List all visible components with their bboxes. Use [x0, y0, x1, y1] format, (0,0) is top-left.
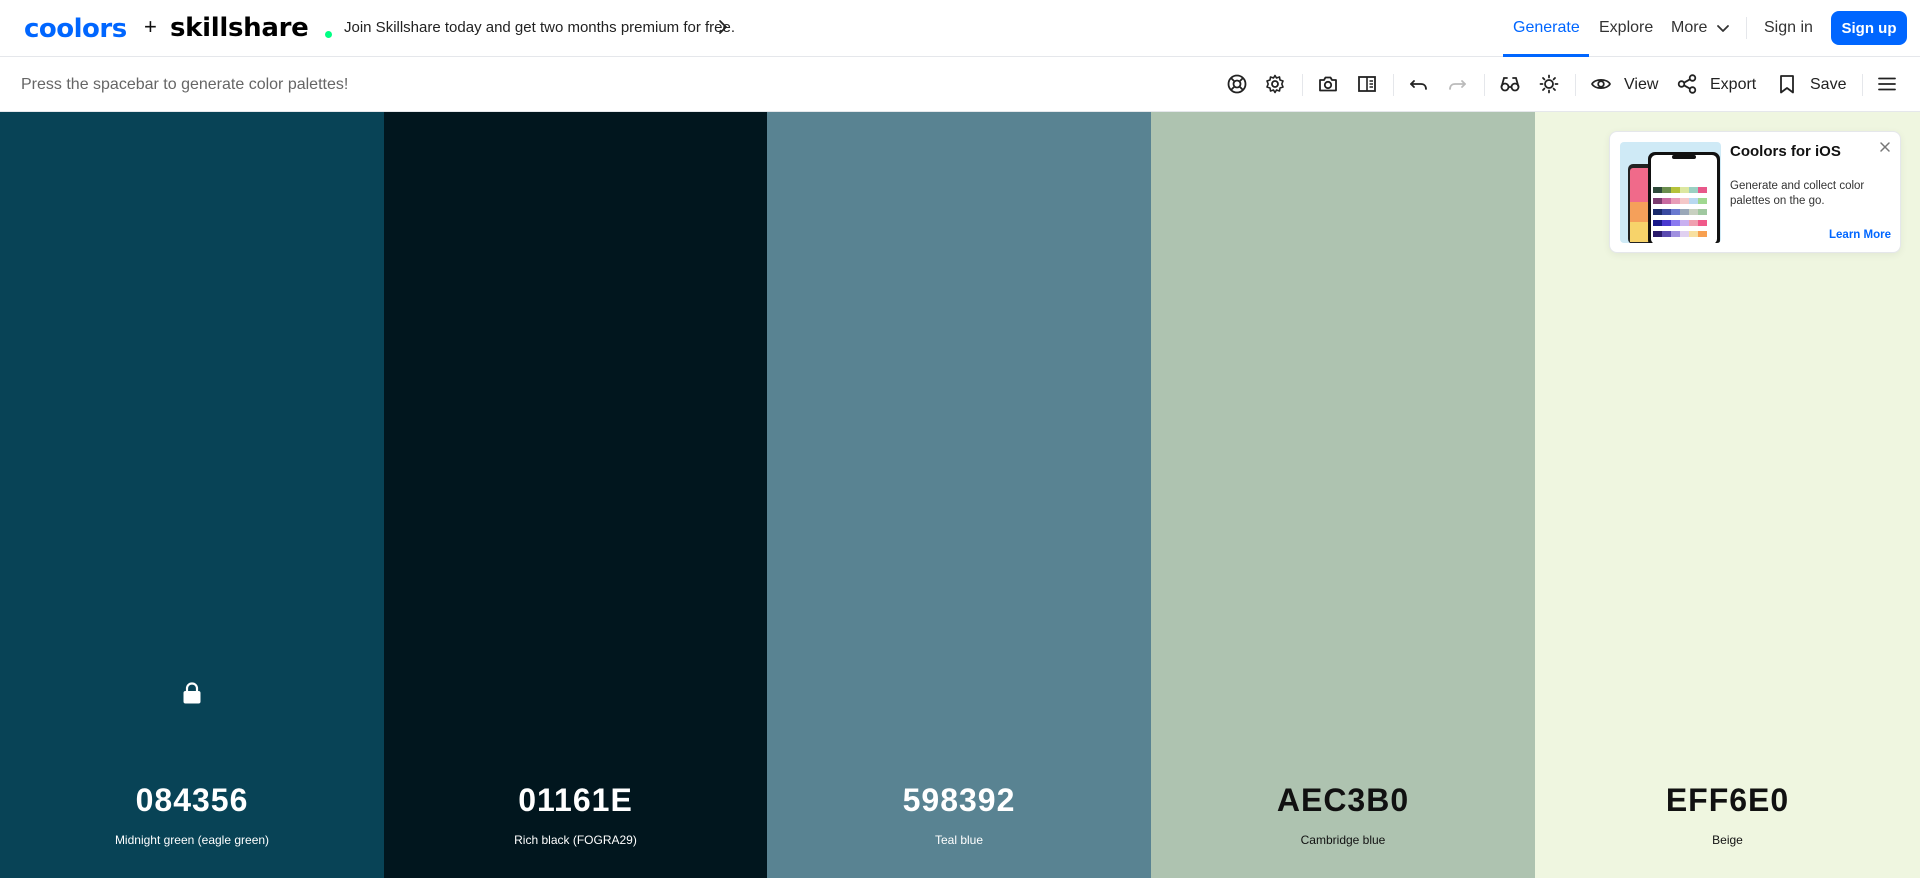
nav-more[interactable]: More — [1671, 19, 1707, 37]
color-hex[interactable]: 084356 — [0, 782, 384, 819]
toolbar-divider — [1302, 74, 1303, 96]
chevron-down-icon[interactable] — [1715, 20, 1731, 36]
logo-plus: + — [144, 14, 157, 39]
menu-icon[interactable] — [1876, 73, 1898, 95]
toolbar-divider — [1862, 74, 1863, 96]
bookmark-icon[interactable] — [1776, 73, 1798, 95]
nav-explore[interactable]: Explore — [1599, 19, 1653, 37]
color-name[interactable]: Teal blue — [767, 833, 1151, 847]
lock-icon[interactable] — [181, 681, 203, 705]
toolbar-hint: Press the spacebar to generate color pal… — [21, 76, 349, 93]
export-button[interactable]: Export — [1710, 76, 1756, 94]
sign-in-link[interactable]: Sign in — [1764, 19, 1813, 37]
color-column[interactable]: 01161E Rich black (FOGRA29) — [384, 112, 767, 878]
toolbar-divider — [1575, 74, 1576, 96]
color-hex[interactable]: 01161E — [384, 782, 767, 819]
nav-divider — [1746, 17, 1747, 39]
promo-link[interactable]: Join Skillshare today and get two months… — [344, 19, 735, 36]
color-column[interactable]: AEC3B0 Cambridge blue — [1151, 112, 1535, 878]
share-icon[interactable] — [1676, 73, 1698, 95]
color-name[interactable]: Beige — [1535, 833, 1920, 847]
ios-card-description: Generate and collect color palettes on t… — [1730, 180, 1865, 207]
learn-more-link[interactable]: Learn More — [1829, 229, 1891, 241]
top-nav: coolors + skillshare Join Skillshare tod… — [0, 0, 1920, 57]
color-name[interactable]: Rich black (FOGRA29) — [384, 833, 767, 847]
toolbar: Press the spacebar to generate color pal… — [0, 57, 1920, 112]
save-button[interactable]: Save — [1810, 76, 1846, 94]
ios-promo-card: Coolors for iOS Generate and collect col… — [1609, 131, 1901, 253]
toolbar-divider — [1393, 74, 1394, 96]
color-hex[interactable]: 598392 — [767, 782, 1151, 819]
undo-icon[interactable] — [1408, 73, 1430, 95]
glasses-icon[interactable] — [1499, 73, 1521, 95]
camera-icon[interactable] — [1317, 73, 1339, 95]
color-hex[interactable]: AEC3B0 — [1151, 782, 1535, 819]
toolbar-divider — [1484, 74, 1485, 96]
skillshare-logo-dot — [325, 31, 332, 38]
color-hex[interactable]: EFF6E0 — [1535, 782, 1920, 819]
help-icon[interactable] — [1226, 73, 1248, 95]
redo-icon[interactable] — [1446, 73, 1468, 95]
color-name[interactable]: Midnight green (eagle green) — [0, 833, 384, 847]
eye-icon[interactable] — [1590, 73, 1612, 95]
ios-card-title: Coolors for iOS — [1730, 143, 1841, 160]
color-name[interactable]: Cambridge blue — [1151, 833, 1535, 847]
layout-icon[interactable] — [1356, 73, 1378, 95]
skillshare-logo[interactable]: skillshare — [170, 13, 309, 43]
color-column[interactable]: 084356 Midnight green (eagle green) — [0, 112, 384, 878]
nav-generate[interactable]: Generate — [1513, 19, 1580, 37]
ios-app-preview-image — [1620, 142, 1721, 243]
coolors-logo[interactable]: coolors — [24, 14, 127, 44]
color-column[interactable]: 598392 Teal blue — [767, 112, 1151, 878]
sun-icon[interactable] — [1538, 73, 1560, 95]
settings-icon[interactable] — [1264, 73, 1286, 95]
view-button[interactable]: View — [1624, 76, 1658, 94]
sign-up-button[interactable]: Sign up — [1831, 11, 1907, 45]
close-icon[interactable] — [1878, 140, 1892, 154]
chevron-right-icon[interactable] — [716, 18, 730, 36]
